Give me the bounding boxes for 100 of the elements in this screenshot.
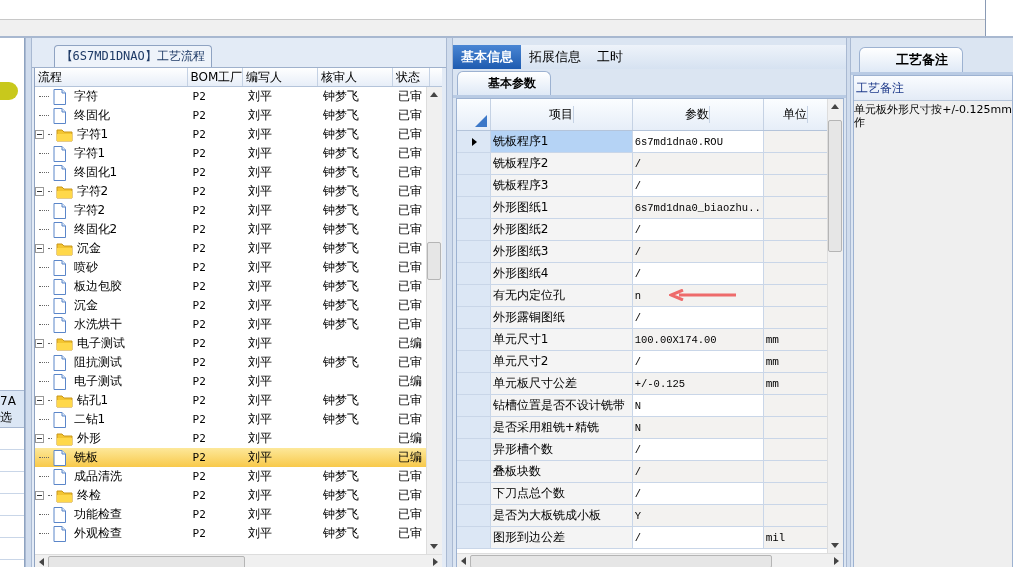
table-cell[interactable]: 外形图纸3 — [490, 241, 633, 262]
step-label[interactable]: 字符2 — [73, 202, 106, 219]
folder-label[interactable]: 钻孔1 — [76, 392, 109, 409]
table-cell-text: 已审 — [396, 202, 423, 219]
splitter-bar[interactable] — [845, 38, 852, 567]
table-cell[interactable]: 铣板程序3 — [490, 175, 633, 196]
document-icon — [52, 259, 66, 276]
tab[interactable]: 拓展信息 — [520, 45, 589, 69]
collapse-icon[interactable] — [34, 491, 44, 500]
step-label[interactable]: 铣板 — [73, 449, 98, 466]
horizontal-scrollbar[interactable] — [456, 553, 843, 567]
folder-label[interactable]: 沉金 — [76, 240, 101, 257]
tree-row[interactable]: 字符 P2 刘平 钟梦飞 已审 — [34, 87, 426, 106]
tree-row[interactable]: 阻抗测试 P2 刘平 钟梦飞 已审 — [34, 353, 426, 372]
collapse-icon[interactable] — [34, 130, 44, 139]
tree-row[interactable]: 外观检查 P2 刘平 钟梦飞 已审 — [34, 524, 426, 543]
table-cell[interactable]: 下刀点总个数 — [490, 483, 633, 504]
tree-row[interactable]: 成品清洗 P2 刘平 钟梦飞 已审 — [34, 467, 426, 486]
tree-row[interactable]: 字符2 P2 刘平 钟梦飞 已审 — [34, 182, 426, 201]
step-label[interactable]: 二钻1 — [73, 411, 106, 428]
table-cell[interactable]: 外形露铜图纸 — [490, 307, 633, 328]
table-cell[interactable]: 图形到边公差 — [490, 527, 633, 548]
tree-row[interactable]: 沉金 P2 刘平 钟梦飞 已审 — [34, 296, 426, 315]
step-label[interactable]: 水洗烘干 — [73, 316, 122, 333]
tree-row[interactable]: 字符2 P2 刘平 钟梦飞 已审 — [34, 201, 426, 220]
step-label[interactable]: 喷砂 — [73, 259, 98, 276]
step-label[interactable]: 功能检查 — [73, 506, 122, 523]
table-cell[interactable]: 钻槽位置是否不设计铣带 — [490, 395, 633, 416]
tree-row[interactable]: 字符1 P2 刘平 钟梦飞 已审 — [34, 144, 426, 163]
step-label[interactable]: 阻抗测试 — [73, 354, 122, 371]
step-label[interactable]: 终固化 — [73, 107, 110, 124]
tree-row[interactable]: 终固化2 P2 刘平 钟梦飞 已审 — [34, 220, 426, 239]
step-label[interactable]: 成品清洗 — [73, 468, 122, 485]
step-label[interactable]: 字符 — [73, 88, 98, 105]
column-header[interactable]: 项目 — [548, 106, 574, 123]
column-header[interactable]: 参数 — [685, 106, 711, 123]
folder-label[interactable]: 电子测试 — [76, 335, 125, 352]
folder-label[interactable]: 外形 — [76, 430, 101, 447]
column-header[interactable]: 状态 — [392, 68, 430, 86]
table-cell[interactable]: 单元尺寸2 — [490, 351, 633, 372]
collapse-icon[interactable] — [34, 187, 44, 196]
tree-row[interactable]: 功能检查 P2 刘平 钟梦飞 已审 — [34, 505, 426, 524]
tree-row[interactable]: 电子测试 P2 刘平 已编 — [34, 334, 426, 353]
document-icon — [52, 468, 66, 485]
tree-row[interactable]: 终固化 P2 刘平 钟梦飞 已审 — [34, 106, 426, 125]
row-header[interactable] — [456, 131, 491, 152]
column-header[interactable]: 核审人 — [317, 68, 393, 86]
horizontal-scrollbar[interactable] — [34, 554, 442, 567]
table-cell[interactable]: 铣板程序2 — [490, 153, 633, 174]
collapse-icon[interactable] — [34, 396, 44, 405]
tree-row[interactable]: 电子测试 P2 刘平 已编 — [34, 372, 426, 391]
tree-row[interactable]: 铣板 P2 刘平 已编 — [34, 448, 426, 467]
folder-label[interactable]: 字符1 — [76, 126, 109, 143]
table-cell-text: 已审 — [396, 468, 423, 485]
tab[interactable]: 基本信息 — [452, 45, 521, 69]
table-cell-text: 刘平 — [246, 506, 273, 523]
table-cell[interactable]: 铣板程序1 — [490, 131, 633, 152]
vertical-scrollbar[interactable] — [425, 87, 442, 554]
tree-row[interactable]: 喷砂 P2 刘平 钟梦飞 已审 — [34, 258, 426, 277]
table-cell[interactable]: 是否采用粗铣+精铣 — [490, 417, 633, 438]
table-cell[interactable]: 异形槽个数 — [490, 439, 633, 460]
column-header[interactable]: BOM工厂 — [187, 68, 243, 86]
step-label[interactable]: 终固化2 — [73, 221, 118, 238]
step-label[interactable]: 外观检查 — [73, 525, 122, 542]
table-cell[interactable]: 单元尺寸1 — [490, 329, 633, 350]
table-cell[interactable]: 是否为大板铣成小板 — [490, 505, 633, 526]
table-cell[interactable]: 有无内定位孔 — [490, 285, 633, 306]
tree-row[interactable]: 终固化1 P2 刘平 钟梦飞 已审 — [34, 163, 426, 182]
table-cell[interactable]: 叠板块数 — [490, 461, 633, 482]
tree-row[interactable]: 沉金 P2 刘平 钟梦飞 已审 — [34, 239, 426, 258]
folder-label[interactable]: 字符2 — [76, 183, 109, 200]
tree-row[interactable]: 二钻1 P2 刘平 钟梦飞 已审 — [34, 410, 426, 429]
collapse-icon[interactable] — [34, 244, 44, 253]
tab[interactable]: 工艺备注 — [859, 47, 964, 72]
folder-label[interactable]: 终检 — [76, 487, 101, 504]
tree-row[interactable]: 字符1 P2 刘平 钟梦飞 已审 — [34, 125, 426, 144]
step-label[interactable]: 电子测试 — [73, 373, 122, 390]
table-cell-text: 刘平 — [246, 145, 273, 162]
tree-row[interactable]: 板边包胶 P2 刘平 钟梦飞 已审 — [34, 277, 426, 296]
collapse-icon[interactable] — [34, 339, 44, 348]
tree-row[interactable]: 终检 P2 刘平 钟梦飞 已审 — [34, 486, 426, 505]
tree-row[interactable]: 水洗烘干 P2 刘平 钟梦飞 已审 — [34, 315, 426, 334]
step-label[interactable]: 沉金 — [73, 297, 98, 314]
tab[interactable]: 基本参数 — [456, 71, 551, 95]
tree-row[interactable]: 外形 P2 刘平 已编 — [34, 429, 426, 448]
column-header[interactable]: 编写人 — [242, 68, 318, 86]
table-cell[interactable]: 外形图纸2 — [490, 219, 633, 240]
tab[interactable]: 工时 — [588, 45, 631, 69]
collapse-icon[interactable] — [34, 434, 44, 443]
table-cell[interactable]: 外形图纸4 — [490, 263, 633, 284]
document-icon — [52, 297, 66, 314]
step-label[interactable]: 终固化1 — [73, 164, 118, 181]
table-cell[interactable]: 单元板尺寸公差 — [490, 373, 633, 394]
column-header[interactable]: 单位 — [783, 106, 809, 123]
column-header[interactable]: 流程 — [34, 68, 188, 86]
table-cell[interactable]: 外形图纸1 — [490, 197, 633, 218]
step-label[interactable]: 板边包胶 — [73, 278, 122, 295]
step-label[interactable]: 字符1 — [73, 145, 106, 162]
tree-row[interactable]: 钻孔1 P2 刘平 钟梦飞 已审 — [34, 391, 426, 410]
horizontal-scrollbar[interactable] — [0, 19, 985, 36]
